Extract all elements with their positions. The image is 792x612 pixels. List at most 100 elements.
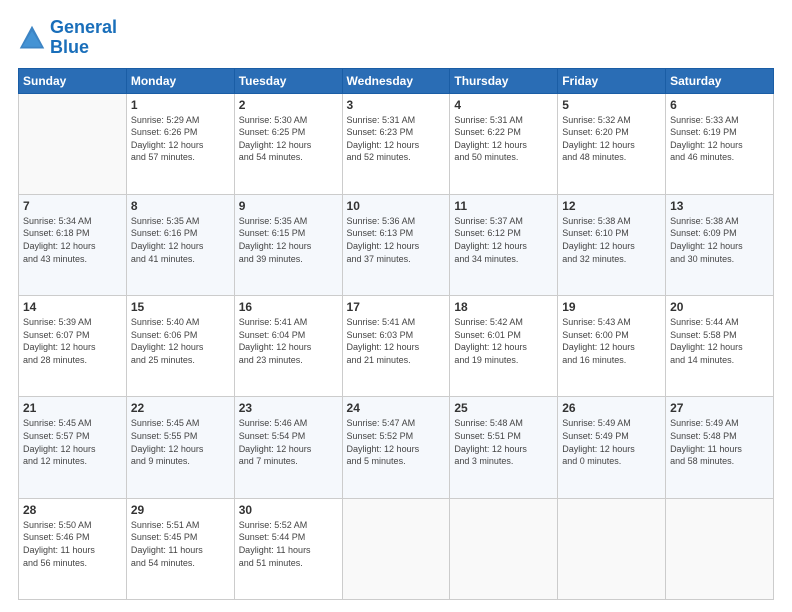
calendar-cell xyxy=(19,93,127,194)
calendar-cell: 13 Sunrise: 5:38 AM Sunset: 6:09 PM Dayli… xyxy=(666,194,774,295)
calendar-cell: 23Sunrise: 5:46 AM Sunset: 5:54 PM Dayli… xyxy=(234,397,342,498)
cell-content: Sunrise: 5:42 AM Sunset: 6:01 PM Dayligh… xyxy=(454,316,553,366)
day-number: 19 xyxy=(562,300,661,314)
logo-icon xyxy=(18,24,46,52)
weekday-header-saturday: Saturday xyxy=(666,68,774,93)
calendar-cell: 11 Sunrise: 5:37 AM Sunset: 6:12 PM Dayli… xyxy=(450,194,558,295)
day-number: 8 xyxy=(131,199,230,213)
calendar-cell: 3Sunrise: 5:31 AM Sunset: 6:23 PM Daylig… xyxy=(342,93,450,194)
day-number: 2 xyxy=(239,98,338,112)
day-number: 11 xyxy=(454,199,553,213)
day-number: 15 xyxy=(131,300,230,314)
calendar-cell: 4 Sunrise: 5:31 AM Sunset: 6:22 PM Daylig… xyxy=(450,93,558,194)
calendar-cell: 26 Sunrise: 5:49 AM Sunset: 5:49 PM Dayli… xyxy=(558,397,666,498)
cell-content: Sunrise: 5:44 AM Sunset: 5:58 PM Dayligh… xyxy=(670,316,769,366)
page: General Blue SundayMondayTuesdayWednesda… xyxy=(0,0,792,612)
weekday-header-wednesday: Wednesday xyxy=(342,68,450,93)
cell-content: Sunrise: 5:52 AM Sunset: 5:44 PM Dayligh… xyxy=(239,519,338,569)
day-number: 29 xyxy=(131,503,230,517)
weekday-header-row: SundayMondayTuesdayWednesdayThursdayFrid… xyxy=(19,68,774,93)
cell-content: Sunrise: 5:48 AM Sunset: 5:51 PM Dayligh… xyxy=(454,417,553,467)
day-number: 1 xyxy=(131,98,230,112)
calendar-cell: 2 Sunrise: 5:30 AM Sunset: 6:25 PM Daylig… xyxy=(234,93,342,194)
day-number: 26 xyxy=(562,401,661,415)
day-number: 18 xyxy=(454,300,553,314)
day-number: 20 xyxy=(670,300,769,314)
calendar-cell: 8 Sunrise: 5:35 AM Sunset: 6:16 PM Daylig… xyxy=(126,194,234,295)
day-number: 28 xyxy=(23,503,122,517)
calendar-cell: 18 Sunrise: 5:42 AM Sunset: 6:01 PM Dayli… xyxy=(450,296,558,397)
logo-text: General Blue xyxy=(50,18,117,58)
calendar-cell: 29 Sunrise: 5:51 AM Sunset: 5:45 PM Dayli… xyxy=(126,498,234,599)
day-number: 25 xyxy=(454,401,553,415)
logo: General Blue xyxy=(18,18,117,58)
cell-content: Sunrise: 5:38 AM Sunset: 6:10 PM Dayligh… xyxy=(562,215,661,265)
calendar-week-row: 21 Sunrise: 5:45 AM Sunset: 5:57 PM Dayli… xyxy=(19,397,774,498)
cell-content: Sunrise: 5:34 AM Sunset: 6:18 PM Dayligh… xyxy=(23,215,122,265)
day-number: 4 xyxy=(454,98,553,112)
cell-content: Sunrise: 5:37 AM Sunset: 6:12 PM Dayligh… xyxy=(454,215,553,265)
day-number: 14 xyxy=(23,300,122,314)
calendar-table: SundayMondayTuesdayWednesdayThursdayFrid… xyxy=(18,68,774,600)
cell-content: Sunrise: 5:36 AM Sunset: 6:13 PM Dayligh… xyxy=(347,215,446,265)
day-number: 5 xyxy=(562,98,661,112)
cell-content: Sunrise: 5:30 AM Sunset: 6:25 PM Dayligh… xyxy=(239,114,338,164)
cell-content: Sunrise: 5:45 AM Sunset: 5:57 PM Dayligh… xyxy=(23,417,122,467)
cell-content: Sunrise: 5:50 AM Sunset: 5:46 PM Dayligh… xyxy=(23,519,122,569)
calendar-week-row: 14 Sunrise: 5:39 AM Sunset: 6:07 PM Dayli… xyxy=(19,296,774,397)
calendar-cell: 6 Sunrise: 5:33 AM Sunset: 6:19 PM Daylig… xyxy=(666,93,774,194)
calendar-week-row: 28 Sunrise: 5:50 AM Sunset: 5:46 PM Dayli… xyxy=(19,498,774,599)
cell-content: Sunrise: 5:32 AM Sunset: 6:20 PM Dayligh… xyxy=(562,114,661,164)
cell-content: Sunrise: 5:33 AM Sunset: 6:19 PM Dayligh… xyxy=(670,114,769,164)
day-number: 10 xyxy=(347,199,446,213)
calendar-cell: 16Sunrise: 5:41 AM Sunset: 6:04 PM Dayli… xyxy=(234,296,342,397)
calendar-cell: 7Sunrise: 5:34 AM Sunset: 6:18 PM Daylig… xyxy=(19,194,127,295)
cell-content: Sunrise: 5:41 AM Sunset: 6:03 PM Dayligh… xyxy=(347,316,446,366)
day-number: 17 xyxy=(347,300,446,314)
cell-content: Sunrise: 5:49 AM Sunset: 5:49 PM Dayligh… xyxy=(562,417,661,467)
cell-content: Sunrise: 5:49 AM Sunset: 5:48 PM Dayligh… xyxy=(670,417,769,467)
calendar-cell: 21 Sunrise: 5:45 AM Sunset: 5:57 PM Dayli… xyxy=(19,397,127,498)
calendar-week-row: 7Sunrise: 5:34 AM Sunset: 6:18 PM Daylig… xyxy=(19,194,774,295)
weekday-header-tuesday: Tuesday xyxy=(234,68,342,93)
calendar-week-row: 1 Sunrise: 5:29 AM Sunset: 6:26 PM Daylig… xyxy=(19,93,774,194)
weekday-header-friday: Friday xyxy=(558,68,666,93)
calendar-cell: 12 Sunrise: 5:38 AM Sunset: 6:10 PM Dayli… xyxy=(558,194,666,295)
calendar-cell: 30 Sunrise: 5:52 AM Sunset: 5:44 PM Dayli… xyxy=(234,498,342,599)
calendar-cell xyxy=(558,498,666,599)
header: General Blue xyxy=(18,18,774,58)
cell-content: Sunrise: 5:43 AM Sunset: 6:00 PM Dayligh… xyxy=(562,316,661,366)
cell-content: Sunrise: 5:31 AM Sunset: 6:23 PM Dayligh… xyxy=(347,114,446,164)
day-number: 27 xyxy=(670,401,769,415)
day-number: 30 xyxy=(239,503,338,517)
cell-content: Sunrise: 5:35 AM Sunset: 6:15 PM Dayligh… xyxy=(239,215,338,265)
calendar-cell: 5 Sunrise: 5:32 AM Sunset: 6:20 PM Daylig… xyxy=(558,93,666,194)
day-number: 9 xyxy=(239,199,338,213)
day-number: 13 xyxy=(670,199,769,213)
cell-content: Sunrise: 5:29 AM Sunset: 6:26 PM Dayligh… xyxy=(131,114,230,164)
calendar-cell xyxy=(666,498,774,599)
calendar-cell: 1 Sunrise: 5:29 AM Sunset: 6:26 PM Daylig… xyxy=(126,93,234,194)
calendar-cell: 10 Sunrise: 5:36 AM Sunset: 6:13 PM Dayli… xyxy=(342,194,450,295)
cell-content: Sunrise: 5:31 AM Sunset: 6:22 PM Dayligh… xyxy=(454,114,553,164)
calendar-cell: 27 Sunrise: 5:49 AM Sunset: 5:48 PM Dayli… xyxy=(666,397,774,498)
cell-content: Sunrise: 5:38 AM Sunset: 6:09 PM Dayligh… xyxy=(670,215,769,265)
weekday-header-sunday: Sunday xyxy=(19,68,127,93)
day-number: 12 xyxy=(562,199,661,213)
calendar-cell: 22 Sunrise: 5:45 AM Sunset: 5:55 PM Dayli… xyxy=(126,397,234,498)
day-number: 22 xyxy=(131,401,230,415)
cell-content: Sunrise: 5:47 AM Sunset: 5:52 PM Dayligh… xyxy=(347,417,446,467)
day-number: 6 xyxy=(670,98,769,112)
calendar-cell: 25 Sunrise: 5:48 AM Sunset: 5:51 PM Dayli… xyxy=(450,397,558,498)
day-number: 21 xyxy=(23,401,122,415)
cell-content: Sunrise: 5:45 AM Sunset: 5:55 PM Dayligh… xyxy=(131,417,230,467)
calendar-cell: 19 Sunrise: 5:43 AM Sunset: 6:00 PM Dayli… xyxy=(558,296,666,397)
cell-content: Sunrise: 5:41 AM Sunset: 6:04 PM Dayligh… xyxy=(239,316,338,366)
cell-content: Sunrise: 5:39 AM Sunset: 6:07 PM Dayligh… xyxy=(23,316,122,366)
calendar-cell xyxy=(450,498,558,599)
weekday-header-thursday: Thursday xyxy=(450,68,558,93)
cell-content: Sunrise: 5:51 AM Sunset: 5:45 PM Dayligh… xyxy=(131,519,230,569)
calendar-cell: 14 Sunrise: 5:39 AM Sunset: 6:07 PM Dayli… xyxy=(19,296,127,397)
cell-content: Sunrise: 5:35 AM Sunset: 6:16 PM Dayligh… xyxy=(131,215,230,265)
weekday-header-monday: Monday xyxy=(126,68,234,93)
